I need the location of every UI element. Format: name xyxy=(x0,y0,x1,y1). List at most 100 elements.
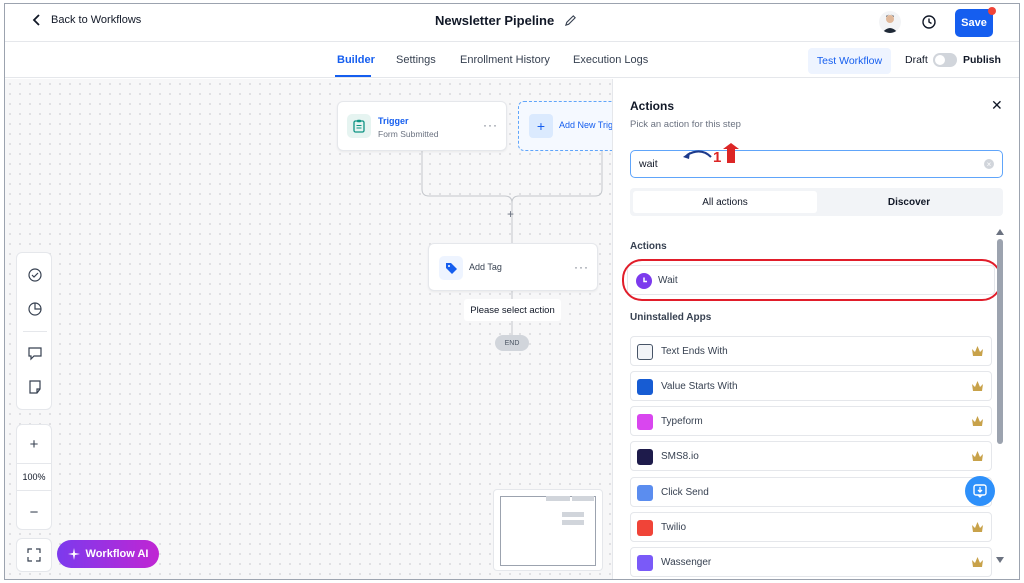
publish-label: Publish xyxy=(963,54,1001,66)
tab-bar: Builder Settings Enrollment History Exec… xyxy=(5,42,1019,78)
tab-execution-logs[interactable]: Execution Logs xyxy=(573,54,648,66)
sticky-note-icon[interactable] xyxy=(27,379,43,395)
notification-dot xyxy=(988,7,996,15)
minimap-node xyxy=(562,512,584,517)
pie-chart-icon[interactable] xyxy=(27,301,43,317)
fit-view-button[interactable] xyxy=(16,538,52,572)
crown-icon xyxy=(972,416,983,426)
workflow-canvas[interactable]: Trigger Form Submitted ··· + Add New Tri… xyxy=(5,79,612,579)
select-action-label: Please select action xyxy=(464,299,561,321)
avatar[interactable] xyxy=(879,11,901,33)
add-trigger-label: Add New Trigger xyxy=(559,120,612,130)
panel-title: Actions xyxy=(630,99,675,113)
highlight-ring xyxy=(622,259,1002,301)
segment-control: All actions Discover xyxy=(630,188,1003,216)
app-item-text-ends-with[interactable]: Text Ends With xyxy=(630,336,992,366)
crown-icon xyxy=(972,346,983,356)
active-tab-indicator xyxy=(335,75,371,77)
app-item-typeform[interactable]: Typeform xyxy=(630,406,992,436)
app-item-label: Wassenger xyxy=(661,557,712,568)
canvas-tool-panel xyxy=(16,252,52,410)
divider xyxy=(23,331,47,332)
actions-heading: Actions xyxy=(630,241,667,252)
publish-toggle[interactable] xyxy=(933,53,957,67)
segment-discover[interactable]: Discover xyxy=(817,191,1001,213)
zoom-level: 100% xyxy=(17,463,51,491)
zoom-out-button[interactable]: − xyxy=(17,497,51,527)
app-item-value-starts-with[interactable]: Value Starts With xyxy=(630,371,992,401)
workflow-ai-button[interactable]: Workflow AI xyxy=(57,540,159,568)
scroll-down-icon[interactable] xyxy=(996,557,1004,563)
twilio-icon xyxy=(637,520,653,536)
add-step-plus-icon[interactable]: + xyxy=(507,207,514,221)
app-item-label: Twilio xyxy=(661,522,687,533)
app-item-click-send[interactable]: Click Send xyxy=(630,477,992,507)
history-icon[interactable] xyxy=(921,14,937,30)
clicksend-icon xyxy=(637,485,653,501)
minimap-node xyxy=(572,496,594,501)
typeform-icon xyxy=(637,414,653,430)
app-item-label: Typeform xyxy=(661,416,703,427)
add-tag-node[interactable]: Add Tag ··· xyxy=(428,243,598,291)
app-item-wassenger[interactable]: Wassenger xyxy=(630,547,992,577)
minimap-viewport xyxy=(500,496,596,566)
workflow-ai-label: Workflow AI xyxy=(85,548,149,560)
tab-builder[interactable]: Builder xyxy=(337,54,375,66)
save-button[interactable]: Save xyxy=(955,9,993,37)
comment-icon[interactable] xyxy=(27,345,43,361)
minimap[interactable] xyxy=(493,489,603,571)
trigger-title: Trigger xyxy=(378,116,409,126)
zoom-in-button[interactable]: + xyxy=(17,429,51,459)
crown-icon xyxy=(972,451,983,461)
uninstalled-apps-heading: Uninstalled Apps xyxy=(630,312,712,323)
end-node: END xyxy=(495,335,529,351)
scrollbar[interactable] xyxy=(997,239,1003,444)
top-header: Back to Workflows Newsletter Pipeline Sa… xyxy=(5,4,1019,42)
app-item-label: Text Ends With xyxy=(661,346,728,357)
minimap-node xyxy=(562,520,584,525)
clipboard-icon xyxy=(347,114,371,138)
crown-icon xyxy=(972,381,983,391)
user-avatar-icon xyxy=(882,14,898,33)
panel-subtitle: Pick an action for this step xyxy=(630,119,741,130)
tab-settings[interactable]: Settings xyxy=(396,54,436,66)
app-item-twilio[interactable]: Twilio xyxy=(630,512,992,542)
draft-label: Draft xyxy=(905,54,928,66)
close-icon[interactable]: ✕ xyxy=(991,97,1003,114)
chat-download-icon xyxy=(973,484,987,498)
tab-enrollment-history[interactable]: Enrollment History xyxy=(460,54,550,66)
app-window: Back to Workflows Newsletter Pipeline Sa… xyxy=(4,3,1020,580)
trigger-subtitle: Form Submitted xyxy=(378,129,439,139)
back-button[interactable]: Back to Workflows xyxy=(31,14,141,26)
segment-all-actions[interactable]: All actions xyxy=(633,191,817,213)
app-item-sms8[interactable]: SMS8.io xyxy=(630,441,992,471)
crown-icon xyxy=(972,557,983,567)
help-chat-button[interactable] xyxy=(965,476,995,506)
tag-icon xyxy=(439,256,463,280)
check-circle-icon[interactable] xyxy=(27,267,43,283)
app-item-label: Value Starts With xyxy=(661,381,738,392)
scroll-up-icon[interactable] xyxy=(996,229,1004,235)
annotation-arrow xyxy=(683,143,739,163)
plus-icon: + xyxy=(529,114,553,138)
add-trigger-node[interactable]: + Add New Trigger xyxy=(518,101,612,151)
actions-panel: Actions Pick an action for this step ✕ ×… xyxy=(612,79,1019,579)
annotation-number: 1 xyxy=(713,149,722,166)
clear-search-icon[interactable]: × xyxy=(984,159,994,169)
more-options-icon[interactable]: ··· xyxy=(483,118,498,132)
minimap-node xyxy=(546,496,570,501)
trigger-node[interactable]: Trigger Form Submitted ··· xyxy=(337,101,507,151)
crown-icon xyxy=(972,522,983,532)
blue-card-icon xyxy=(637,379,653,395)
expand-icon xyxy=(27,548,41,562)
test-workflow-button[interactable]: Test Workflow xyxy=(808,48,891,74)
more-options-icon[interactable]: ··· xyxy=(574,260,589,274)
sms8-icon xyxy=(637,449,653,465)
chevron-left-icon xyxy=(32,14,40,26)
document-icon xyxy=(637,344,653,360)
zoom-controls: + 100% − xyxy=(16,424,52,530)
pencil-icon[interactable] xyxy=(564,14,577,27)
workflow-name: Newsletter Pipeline xyxy=(435,13,555,28)
back-label: Back to Workflows xyxy=(51,14,142,26)
workflow-title: Newsletter Pipeline xyxy=(435,13,577,28)
